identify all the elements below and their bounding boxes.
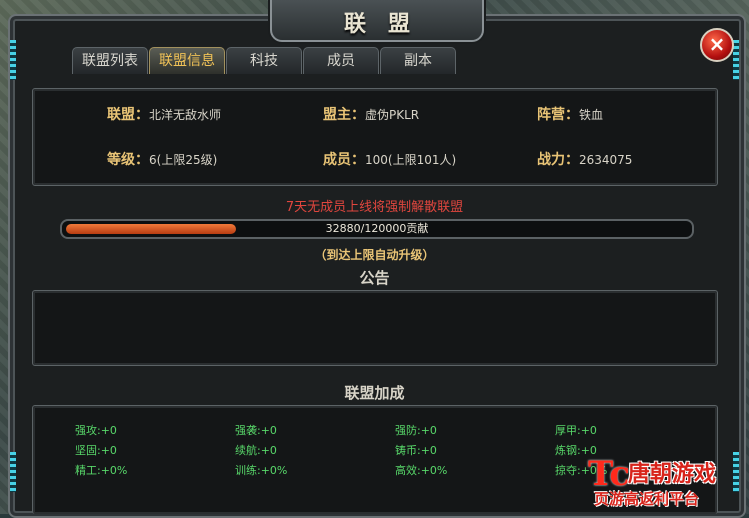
leader-row: 盟主：虚伪PKLR <box>323 104 419 124</box>
bonus-heading: 联盟加成 <box>344 384 405 402</box>
close-icon: × <box>708 32 726 56</box>
leader-label: 盟主： <box>323 107 365 123</box>
window-title: 联盟 <box>343 12 432 37</box>
bonus-item: 强防:+0 <box>395 424 437 437</box>
bonus-item: 续航:+0 <box>235 444 277 457</box>
window-rail-decoration <box>10 452 16 492</box>
members-value: 100(上限101人) <box>365 153 457 167</box>
contribution-progress-text: 32880/120000贡献 <box>325 222 429 235</box>
tab-alliance-info[interactable]: 联盟信息 <box>149 47 225 74</box>
leader-value: 虚伪PKLR <box>365 108 420 122</box>
bonus-item: 精工:+0% <box>75 464 128 477</box>
alliance-name-row: 联盟：北洋无敌水师 <box>107 104 221 124</box>
bonus-item: 坚固:+0 <box>75 444 117 457</box>
close-button[interactable]: × <box>700 28 734 62</box>
bonus-item: 高效:+0% <box>395 464 448 477</box>
power-row: 战力：2634075 <box>537 149 632 169</box>
bonus-item: 训练:+0% <box>235 464 288 477</box>
tab-label: 联盟列表 <box>82 53 138 69</box>
notice-content <box>33 291 717 307</box>
tab-label: 副本 <box>404 53 432 69</box>
title-plate: 联盟 <box>270 0 484 42</box>
camp-value: 铁血 <box>579 108 604 122</box>
members-row: 成员：100(上限101人) <box>323 149 456 169</box>
site-watermark: Tc 唐朝游戏 页游高返利平台 <box>584 452 749 514</box>
bonus-item: 铸币:+0 <box>395 444 437 457</box>
tab-label: 联盟信息 <box>159 53 215 69</box>
alliance-name-label: 联盟： <box>107 107 149 123</box>
power-value: 2634075 <box>579 153 633 167</box>
contribution-progress-bar: 32880/120000贡献 <box>60 219 694 239</box>
power-label: 战力： <box>537 152 579 168</box>
disband-warning: 7天无成员上线将强制解散联盟 <box>285 200 464 215</box>
level-label: 等级： <box>107 152 149 168</box>
alliance-name-value: 北洋无敌水师 <box>149 108 222 122</box>
tab-alliance-list[interactable]: 联盟列表 <box>72 47 148 74</box>
bonus-item: 强袭:+0 <box>235 424 277 437</box>
camp-label: 阵营： <box>537 107 579 123</box>
tab-label: 成员 <box>327 53 355 69</box>
auto-upgrade-hint: （到达上限自动升级） <box>314 248 435 262</box>
bonus-item: 强攻:+0 <box>75 424 117 437</box>
tab-members[interactable]: 成员 <box>303 47 379 74</box>
window-rail-decoration <box>10 40 16 80</box>
bonus-item: 厚甲:+0 <box>555 424 597 437</box>
alliance-info-panel: 联盟：北洋无敌水师 盟主：虚伪PKLR 阵营：铁血 等级：6(上限25级) 成员… <box>32 88 718 186</box>
tab-label: 科技 <box>250 53 278 69</box>
watermark-name: 唐朝游戏 <box>628 462 717 487</box>
notice-heading: 公告 <box>359 269 390 287</box>
camp-row: 阵营：铁血 <box>537 104 603 124</box>
notice-panel <box>32 290 718 366</box>
tab-dungeon[interactable]: 副本 <box>380 47 456 74</box>
watermark-subtitle: 页游高返利平台 <box>594 490 700 508</box>
tab-technology[interactable]: 科技 <box>226 47 302 74</box>
members-label: 成员： <box>323 152 365 168</box>
level-row: 等级：6(上限25级) <box>107 149 217 169</box>
level-value: 6(上限25级) <box>149 153 218 167</box>
